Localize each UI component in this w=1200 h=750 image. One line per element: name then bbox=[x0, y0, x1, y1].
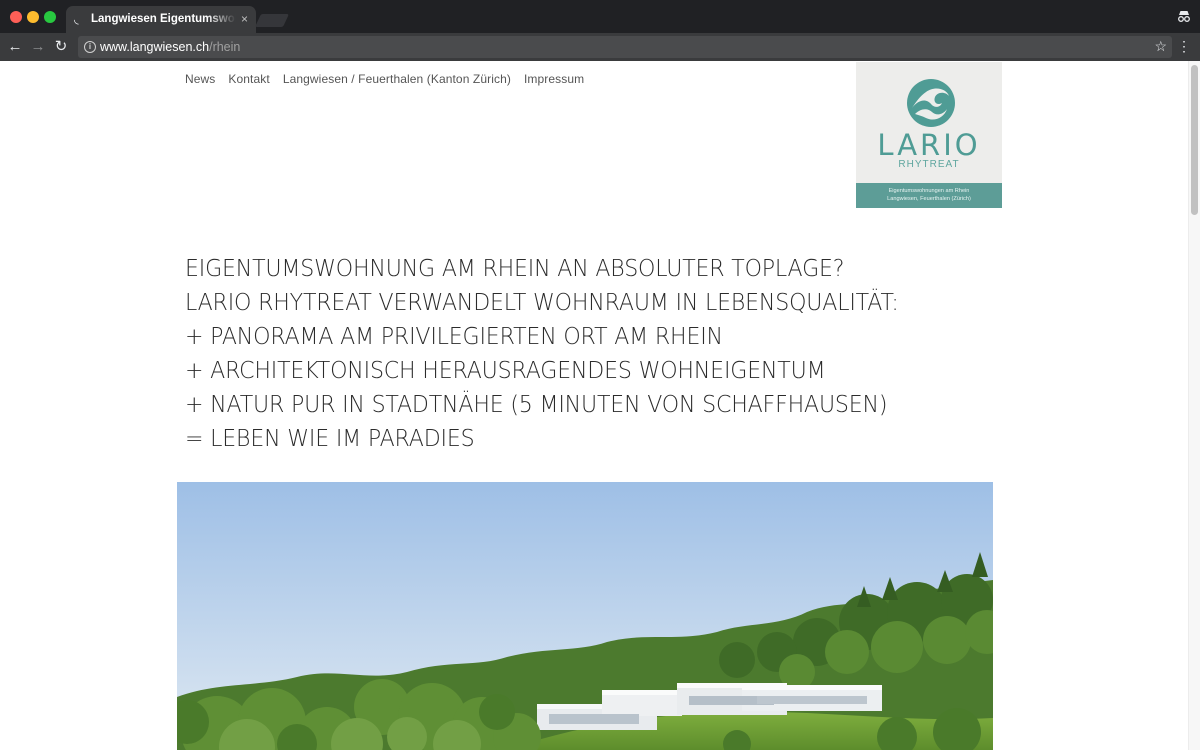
hillside-residence-rendering bbox=[177, 482, 993, 750]
window-minimize-button[interactable] bbox=[27, 11, 39, 23]
url-host: www.langwiesen.ch bbox=[100, 40, 210, 54]
url-text[interactable]: www.langwiesen.ch/rhein bbox=[100, 40, 240, 54]
logo-title: LARIO bbox=[877, 128, 981, 162]
logo-tagline-line2: Langwiesen, Feuerthalen (Zürich) bbox=[887, 196, 971, 202]
tab-title: Langwiesen Eigentumswohnungen am Rhein bbox=[91, 13, 236, 25]
address-bar[interactable]: i www.langwiesen.ch/rhein ☆ bbox=[78, 36, 1172, 58]
browser-titlebar: ◟ Langwiesen Eigentumswohnungen am Rhein… bbox=[0, 0, 1200, 33]
headline-line: = LEBEN WIE IM PARADIES bbox=[185, 424, 475, 452]
page-headline: EIGENTUMSWOHNUNG AM RHEIN AN ABSOLUTER T… bbox=[185, 251, 945, 455]
headline-line: LARIO RHYTREAT VERWANDELT WOHNRAUM IN LE… bbox=[185, 288, 899, 316]
logo-subtitle: RHYTREAT bbox=[898, 159, 960, 170]
site-logo[interactable]: LARIO RHYTREAT Eigentumswohnungen am Rhe… bbox=[856, 62, 1002, 208]
loading-spinner-icon: ◟ bbox=[74, 12, 79, 26]
kebab-menu-icon[interactable]: ⋮ bbox=[1177, 38, 1191, 54]
incognito-icon bbox=[1178, 11, 1190, 22]
scrollbar-thumb[interactable] bbox=[1191, 65, 1198, 215]
hero-image bbox=[177, 482, 993, 750]
headline-line: + NATUR PUR IN STADTNÄHE (5 MINUTEN VON … bbox=[185, 390, 888, 418]
wave-logo-icon bbox=[907, 79, 955, 127]
url-path: /rhein bbox=[209, 40, 241, 54]
forward-arrow-icon[interactable]: → bbox=[29, 38, 47, 56]
window-close-button[interactable] bbox=[10, 11, 22, 23]
page-scrollbar[interactable] bbox=[1188, 61, 1200, 750]
browser-toolbar: ← → ↻ i www.langwiesen.ch/rhein ☆ ⋮ bbox=[0, 33, 1200, 61]
page-content: News Kontakt Langwiesen / Feuerthalen (K… bbox=[0, 61, 1188, 750]
new-tab-button[interactable] bbox=[254, 14, 290, 27]
site-navigation: News Kontakt Langwiesen / Feuerthalen (K… bbox=[185, 72, 584, 86]
headline-line: + PANORAMA AM PRIVILEGIERTEN ORT AM RHEI… bbox=[185, 322, 723, 350]
browser-tab[interactable]: ◟ Langwiesen Eigentumswohnungen am Rhein… bbox=[66, 6, 256, 33]
headline-line: EIGENTUMSWOHNUNG AM RHEIN AN ABSOLUTER T… bbox=[185, 254, 845, 282]
nav-link-kontakt[interactable]: Kontakt bbox=[228, 72, 269, 86]
logo-tagline-band: Eigentumswohnungen am Rhein Langwiesen, … bbox=[856, 183, 1002, 208]
nav-link-location[interactable]: Langwiesen / Feuerthalen (Kanton Zürich) bbox=[283, 72, 511, 86]
back-arrow-icon[interactable]: ← bbox=[6, 38, 24, 56]
window-maximize-button[interactable] bbox=[44, 11, 56, 23]
bookmark-star-icon[interactable]: ☆ bbox=[1154, 38, 1167, 55]
tab-close-icon[interactable]: × bbox=[241, 12, 248, 26]
info-icon[interactable]: i bbox=[84, 41, 96, 53]
logo-tagline-line1: Eigentumswohnungen am Rhein bbox=[888, 188, 970, 194]
nav-link-impressum[interactable]: Impressum bbox=[524, 72, 584, 86]
nav-link-news[interactable]: News bbox=[185, 72, 215, 86]
reload-icon[interactable]: ↻ bbox=[52, 38, 70, 56]
headline-line: + ARCHITEKTONISCH HERAUSRAGENDES WOHNEIG… bbox=[185, 356, 826, 384]
